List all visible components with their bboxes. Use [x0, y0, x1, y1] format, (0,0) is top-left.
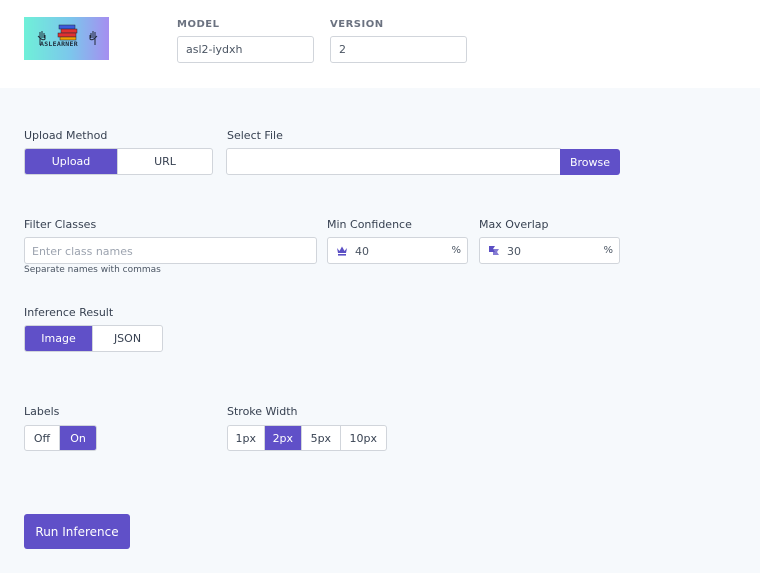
- max-overlap-input[interactable]: 30 %: [479, 237, 620, 264]
- model-field[interactable]: asl2-iydxh: [177, 36, 314, 63]
- labels-toggle: Off On: [24, 425, 97, 451]
- stroke-5px-option[interactable]: 5px: [302, 426, 341, 450]
- labels-off-option[interactable]: Off: [25, 426, 61, 450]
- min-confidence-value: 40: [355, 245, 369, 258]
- percent-unit: %: [451, 245, 461, 256]
- upload-method-label: Upload Method: [24, 129, 108, 142]
- header: ASLEARNER MODEL asl2-iydxh VERSION 2: [0, 0, 760, 88]
- filter-classes-placeholder: Enter class names: [32, 245, 133, 258]
- books-icon: [57, 24, 78, 41]
- percent-unit: %: [603, 245, 613, 256]
- max-overlap-value: 30: [507, 245, 521, 258]
- run-inference-button[interactable]: Run Inference: [24, 514, 130, 549]
- model-label: MODEL: [177, 19, 220, 30]
- filter-classes-label: Filter Classes: [24, 218, 97, 231]
- labels-label: Labels: [24, 405, 60, 418]
- version-field[interactable]: 2: [330, 36, 467, 63]
- crown-icon: [337, 246, 347, 256]
- inference-result-toggle: Image JSON: [24, 325, 163, 352]
- select-file-label: Select File: [227, 129, 283, 142]
- min-confidence-label: Min Confidence: [327, 218, 412, 231]
- stroke-width-toggle: 1px 2px 5px 10px: [227, 425, 387, 451]
- file-path-input[interactable]: [226, 148, 562, 175]
- browse-button[interactable]: Browse: [560, 149, 620, 175]
- labels-on-option[interactable]: On: [60, 426, 96, 450]
- filter-classes-hint: Separate names with commas: [24, 265, 161, 275]
- url-option[interactable]: URL: [118, 149, 212, 174]
- image-option[interactable]: Image: [25, 326, 94, 351]
- version-label: VERSION: [330, 19, 384, 30]
- json-option[interactable]: JSON: [93, 326, 162, 351]
- stroke-1px-option[interactable]: 1px: [228, 426, 265, 450]
- stroke-10px-option[interactable]: 10px: [341, 426, 386, 450]
- max-overlap-label: Max Overlap: [479, 218, 549, 231]
- min-confidence-input[interactable]: 40 %: [327, 237, 468, 264]
- logo-text: ASLEARNER: [40, 40, 78, 48]
- stroke-2px-option[interactable]: 2px: [264, 426, 303, 450]
- upload-option[interactable]: Upload: [25, 149, 119, 174]
- overlap-icon: [489, 246, 499, 255]
- stroke-width-label: Stroke Width: [227, 405, 298, 418]
- app-logo: ASLEARNER: [24, 17, 109, 60]
- upload-method-toggle: Upload URL: [24, 148, 213, 175]
- inference-result-label: Inference Result: [24, 306, 114, 319]
- filter-classes-input[interactable]: Enter class names: [24, 237, 317, 264]
- sign-hand-icon: [89, 31, 98, 45]
